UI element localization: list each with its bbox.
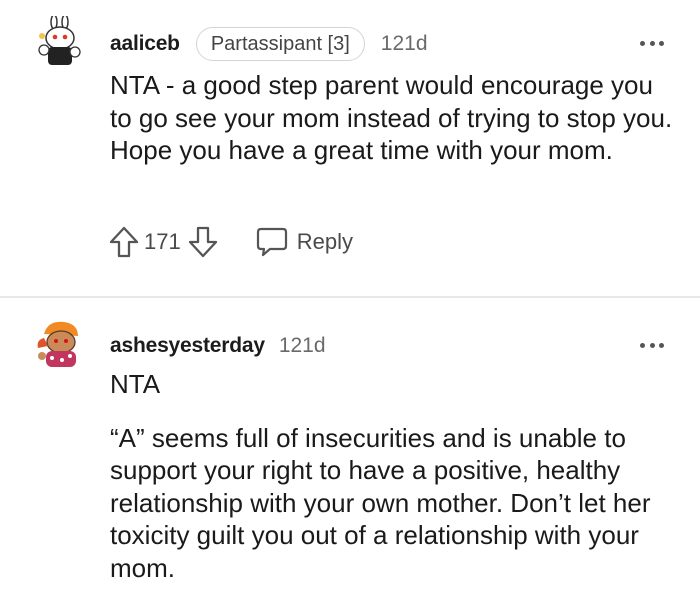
- user-avatar[interactable]: [34, 318, 86, 370]
- upvote-icon[interactable]: [108, 225, 140, 259]
- comment-text: NTA: [110, 369, 161, 399]
- more-options-icon[interactable]: [640, 343, 664, 349]
- comment-text: “A” seems full of insecurities and is un…: [110, 422, 651, 583]
- speech-bubble-icon: [256, 227, 287, 257]
- comment-meta: aaliceb Partassipant [3] 121d: [110, 27, 428, 61]
- comment-age: 121d: [278, 334, 326, 357]
- comment-meta: ashesyesterday 121d: [110, 330, 326, 362]
- author-name[interactable]: ashesyesterday: [110, 334, 265, 358]
- user-flair: Partassipant [3]: [195, 27, 365, 61]
- comment-text: NTA - a good step parent would encourage…: [110, 70, 673, 165]
- downvote-icon[interactable]: [187, 225, 219, 259]
- comment-body: NTA “A” seems full of insecurities and i…: [110, 368, 680, 584]
- more-options-icon[interactable]: [640, 41, 664, 47]
- user-avatar[interactable]: [34, 14, 86, 68]
- comment-ashesyesterday: ashesyesterday 121d NTA “A” seems full o…: [0, 298, 700, 606]
- comment-age: 121d: [380, 32, 428, 55]
- reply-button[interactable]: Reply: [255, 226, 353, 258]
- reply-label: Reply: [296, 229, 353, 254]
- comment-aaliceb: aaliceb Partassipant [3] 121d NTA - a go…: [0, 0, 700, 296]
- comment-body: NTA - a good step parent would encourage…: [110, 69, 680, 167]
- comment-actions: 171 Reply: [108, 224, 353, 260]
- vote-score: 171: [144, 229, 181, 254]
- author-name[interactable]: aaliceb: [110, 32, 180, 56]
